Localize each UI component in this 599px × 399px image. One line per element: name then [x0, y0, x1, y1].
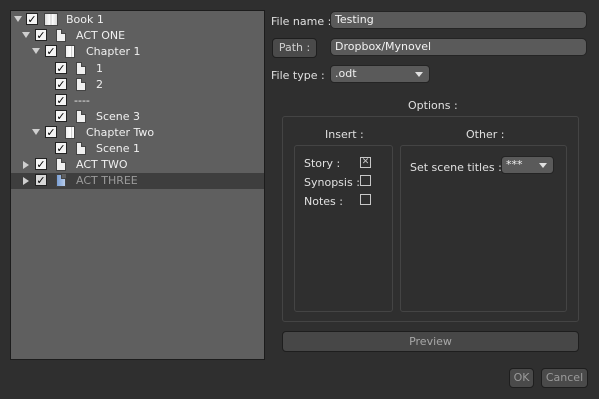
insert-title: Insert : [325, 128, 364, 141]
tree-checkbox[interactable]: ✓ [55, 110, 67, 122]
expand-arrow-icon[interactable] [22, 32, 30, 38]
insert-group [294, 145, 393, 312]
tree-checkbox[interactable]: ✓ [35, 174, 47, 186]
tree-item-label: ---- [74, 94, 90, 107]
file-type-select[interactable]: .odt [330, 65, 430, 83]
tree-checkbox[interactable]: ✓ [45, 126, 57, 138]
tree-item-label: Chapter 1 [86, 45, 141, 58]
tree-item-label: Scene 1 [96, 142, 141, 155]
tree-checkbox[interactable]: ✓ [26, 13, 38, 25]
file-type-label: File type : [271, 69, 325, 82]
tree-item-scene-1[interactable]: ✓ 1 [11, 61, 264, 77]
file-type-value: .odt [335, 67, 357, 80]
story-checkbox[interactable]: ✕ [360, 157, 371, 168]
expand-arrow-icon[interactable] [32, 129, 40, 135]
tree-checkbox[interactable]: ✓ [55, 142, 67, 154]
path-input[interactable]: Dropbox/Mynovel [330, 38, 587, 56]
book-icon [44, 13, 58, 26]
tree-item-label: ACT TWO [76, 158, 128, 171]
tree-item-act-two[interactable]: ✓ ACT TWO [11, 157, 264, 173]
scene-titles-value: *** [506, 158, 523, 171]
tree-item-label: 2 [96, 78, 103, 91]
notes-label: Notes : [304, 195, 343, 208]
story-label: Story : [304, 157, 341, 170]
notes-checkbox[interactable] [360, 194, 371, 205]
document-icon [76, 78, 86, 91]
tree-checkbox[interactable]: ✓ [55, 62, 67, 74]
tree-item-scene-2[interactable]: ✓ 2 [11, 77, 264, 93]
synopsis-checkbox[interactable] [360, 175, 371, 186]
document-icon [76, 110, 86, 123]
collapsed-arrow-icon[interactable] [23, 177, 29, 185]
tree-item-act-three[interactable]: ✓ ACT THREE [11, 173, 264, 189]
tree-checkbox[interactable]: ✓ [55, 94, 67, 106]
ok-button[interactable]: OK [509, 368, 534, 388]
file-name-input[interactable]: Testing [330, 11, 587, 29]
tree-item-label: ACT THREE [76, 174, 138, 187]
chevron-down-icon [415, 72, 423, 77]
tree-item-label: 1 [96, 62, 103, 75]
path-button[interactable]: Path : [272, 38, 317, 58]
document-icon [76, 142, 86, 155]
file-name-label: File name : [271, 15, 332, 28]
tree-item-separator[interactable]: ✓ ---- [11, 93, 264, 109]
tree-item-book[interactable]: ✓ Book 1 [11, 12, 264, 28]
options-label: Options : [408, 99, 458, 112]
tree-checkbox[interactable]: ✓ [35, 158, 47, 170]
outline-tree[interactable]: ✓ Book 1 ✓ ACT ONE ✓ Chapter 1 ✓ 1 ✓ 2 ✓… [10, 10, 265, 360]
tree-item-label: ACT ONE [76, 29, 126, 42]
collapsed-arrow-icon[interactable] [23, 161, 29, 169]
folder-stack-icon [65, 45, 75, 58]
page-icon [56, 158, 66, 171]
tree-item-label: Chapter Two [86, 126, 155, 139]
page-icon [56, 174, 66, 187]
folder-stack-icon [65, 126, 75, 139]
page-icon [56, 29, 66, 42]
tree-checkbox[interactable]: ✓ [55, 78, 67, 90]
tree-item-label: Book 1 [66, 13, 104, 26]
tree-item-chapter-two-scene-1[interactable]: ✓ Scene 1 [11, 141, 264, 157]
scene-titles-select[interactable]: *** [501, 156, 554, 174]
document-icon [76, 62, 86, 75]
tree-item-scene-3[interactable]: ✓ Scene 3 [11, 109, 264, 125]
expand-arrow-icon[interactable] [14, 16, 22, 22]
cancel-button[interactable]: Cancel [541, 368, 588, 388]
tree-item-label: Scene 3 [96, 110, 141, 123]
expand-arrow-icon[interactable] [32, 48, 40, 54]
preview-button[interactable]: Preview [282, 331, 579, 352]
chevron-down-icon [539, 163, 547, 168]
scene-titles-label: Set scene titles : [410, 161, 502, 174]
other-title: Other : [466, 128, 505, 141]
tree-item-chapter-two[interactable]: ✓ Chapter Two [11, 125, 264, 141]
tree-checkbox[interactable]: ✓ [35, 29, 47, 41]
synopsis-label: Synopsis : [304, 176, 360, 189]
tree-item-act-one[interactable]: ✓ ACT ONE [11, 28, 264, 44]
tree-checkbox[interactable]: ✓ [45, 45, 57, 57]
tree-item-chapter-1[interactable]: ✓ Chapter 1 [11, 44, 264, 60]
